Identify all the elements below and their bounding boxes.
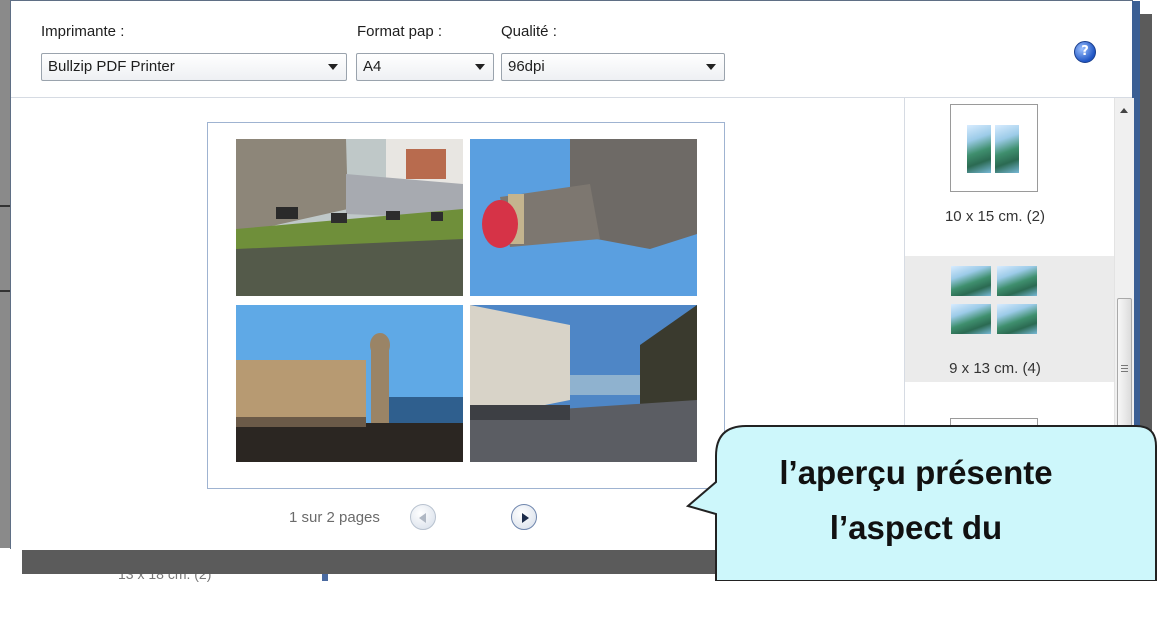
quality-select[interactable]: 96dpi [501,53,725,81]
photo-seaside-promenade [470,305,697,462]
quality-label: Qualité : [501,23,557,40]
printer-select-value: Bullzip PDF Printer [48,58,175,75]
paper-format-value: A4 [363,58,382,75]
scroll-up-icon[interactable] [1120,108,1128,113]
layout-thumbnail [950,261,1038,349]
printer-select[interactable]: Bullzip PDF Printer [41,53,347,81]
previous-page-button[interactable] [410,504,436,530]
arrow-left-icon [419,513,426,523]
next-page-button[interactable] [511,504,537,530]
page-counter: 1 sur 2 pages [289,509,380,526]
help-icon[interactable]: ? [1074,41,1096,63]
chevron-down-icon [475,64,485,70]
page-preview [207,122,725,489]
callout-line-1: l’aperçu présente [779,454,1053,491]
photo-stone-pillar-red-cap [470,139,697,296]
paper-format-select[interactable]: A4 [356,53,494,81]
layout-option-9x13[interactable]: 9 x 13 cm. (4) [905,256,1115,382]
arrow-right-icon [522,513,529,523]
photo-harbor-church-tower [236,305,463,462]
printer-label: Imprimante : [41,23,125,40]
quality-value: 96dpi [508,58,545,75]
photo-castle-walls-animals [236,139,463,296]
chevron-down-icon [328,64,338,70]
callout-line-2: l’aspect du [829,509,1003,546]
layout-thumbnail [950,104,1038,192]
layout-label: 10 x 15 cm. (2) [944,208,1046,225]
layout-option-10x15[interactable]: 10 x 15 cm. (2) [905,98,1115,225]
paper-format-label: Format pap : [357,23,443,40]
chevron-down-icon [706,64,716,70]
callout-bubble: l’aperçu présente l’aspect du [686,424,1165,624]
layout-label: 9 x 13 cm. (4) [949,360,1041,377]
print-toolbar: Imprimante : Bullzip PDF Printer Format … [11,1,1132,98]
